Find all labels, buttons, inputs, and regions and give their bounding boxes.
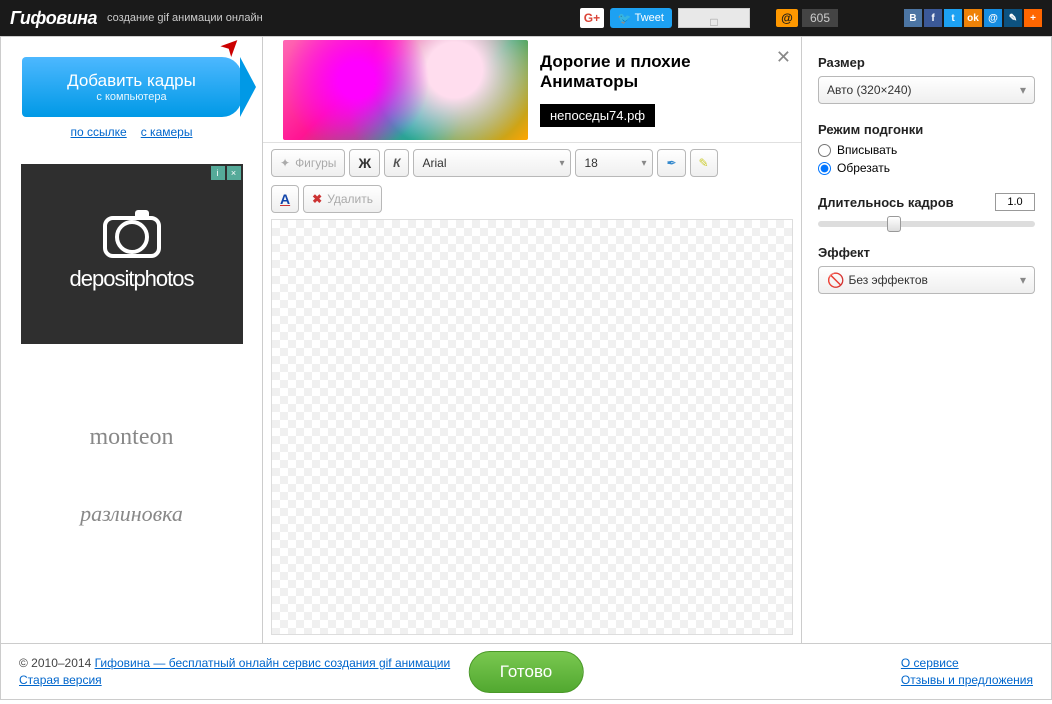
font-size-select[interactable]: 18 <box>575 149 653 177</box>
duration-label: Длительнось кадров <box>818 195 954 210</box>
left-sidebar: Добавить кадры с компьютера по ссылке с … <box>1 37 263 643</box>
add-share-icon[interactable]: + <box>1024 9 1042 27</box>
twitter-icon[interactable]: t <box>944 9 962 27</box>
delete-x-icon: ✖ <box>312 192 322 206</box>
close-icon[interactable]: ✕ <box>776 47 791 68</box>
slider-thumb[interactable] <box>887 216 901 232</box>
tweet-button[interactable]: 🐦 Tweet <box>610 8 672 28</box>
effect-select[interactable]: 🚫 Без эффектов <box>818 266 1035 294</box>
footer: © 2010–2014 Гифовина — бесплатный онлайн… <box>0 644 1052 700</box>
mailru-icon[interactable]: @ <box>984 9 1002 27</box>
share-widget[interactable] <box>678 8 750 28</box>
fill-color-button[interactable]: ✎ <box>690 149 718 177</box>
duration-input[interactable] <box>995 193 1035 211</box>
duration-slider[interactable] <box>818 221 1035 227</box>
top-bar: Гифовина создание gif анимации онлайн G+… <box>0 0 1052 36</box>
add-by-link[interactable]: по ссылке <box>71 125 127 139</box>
ad-info-icon[interactable]: i <box>211 166 225 180</box>
size-label: Размер <box>818 55 1035 70</box>
about-link[interactable]: О сервисе <box>901 656 959 670</box>
camera-icon <box>103 216 161 258</box>
ad-depositphotos[interactable]: i× depositphotos <box>21 164 243 344</box>
stroke-color-button[interactable]: ✒ <box>657 149 685 177</box>
promo-monteon[interactable]: monteon <box>90 424 174 451</box>
italic-button[interactable]: К <box>384 149 409 177</box>
no-effect-icon: 🚫 <box>827 272 844 289</box>
banner-domain: непоседы74.рф <box>540 104 655 127</box>
editor-toolbar: ✦ Фигуры Ж К Arial 18 ✒ ✎ A ✖ Удалить <box>263 142 801 219</box>
site-logo[interactable]: Гифовина <box>10 8 97 29</box>
mail-icon: @ <box>776 9 798 27</box>
copyright-text: © 2010–2014 <box>19 656 95 670</box>
odnoklassniki-icon[interactable]: ok <box>964 9 982 27</box>
fit-inscribe-input[interactable] <box>818 144 831 157</box>
fit-inscribe-radio[interactable]: Вписывать <box>818 143 1035 157</box>
livejournal-icon[interactable]: ✎ <box>1004 9 1022 27</box>
vk-icon[interactable]: B <box>904 9 922 27</box>
banner-title: Дорогие и плохие Аниматоры <box>540 52 781 92</box>
highlighter-icon: ✎ <box>699 156 709 170</box>
ad-close-icon[interactable]: × <box>227 166 241 180</box>
text-color-button[interactable]: A <box>271 185 299 213</box>
text-a-icon: A <box>280 191 290 207</box>
bold-button[interactable]: Ж <box>349 149 380 177</box>
promo-razlinovka[interactable]: разлиновка <box>80 501 183 527</box>
effect-label: Эффект <box>818 245 1035 260</box>
add-frames-title: Добавить кадры <box>67 71 196 91</box>
add-frames-sub: с компьютера <box>96 91 166 103</box>
fit-mode-label: Режим подгонки <box>818 122 1035 137</box>
pen-icon: ✒ <box>666 156 676 170</box>
feedback-link[interactable]: Отзывы и предложения <box>901 673 1033 687</box>
banner-image <box>283 40 528 140</box>
font-select[interactable]: Arial <box>413 149 571 177</box>
old-version-link[interactable]: Старая версия <box>19 673 450 687</box>
site-tagline: создание gif анимации онлайн <box>107 12 263 24</box>
add-from-camera[interactable]: с камеры <box>141 125 193 139</box>
editor-canvas[interactable] <box>271 219 793 635</box>
ad-brand-text: depositphotos <box>70 266 194 292</box>
twitter-icon: 🐦 <box>618 12 632 25</box>
shapes-button[interactable]: ✦ Фигуры <box>271 149 345 177</box>
size-select[interactable]: Авто (320×240) <box>818 76 1035 104</box>
shapes-icon: ✦ <box>280 156 290 170</box>
google-plus-button[interactable]: G+ <box>580 8 604 28</box>
service-description-link[interactable]: Гифовина — бесплатный онлайн сервис созд… <box>95 656 451 670</box>
facebook-icon[interactable]: f <box>924 9 942 27</box>
right-panel: Размер Авто (320×240) Режим подгонки Впи… <box>801 37 1051 643</box>
ready-button[interactable]: Готово <box>469 651 584 693</box>
ad-banner[interactable]: Дорогие и плохие Аниматоры непоседы74.рф <box>263 37 801 142</box>
counter-value: 605 <box>802 9 838 27</box>
delete-button[interactable]: ✖ Удалить <box>303 185 382 213</box>
fit-crop-input[interactable] <box>818 162 831 175</box>
fit-crop-radio[interactable]: Обрезать <box>818 161 1035 175</box>
center-area: ✕ Дорогие и плохие Аниматоры непоседы74.… <box>263 37 801 643</box>
add-frames-button[interactable]: Добавить кадры с компьютера <box>22 57 242 117</box>
